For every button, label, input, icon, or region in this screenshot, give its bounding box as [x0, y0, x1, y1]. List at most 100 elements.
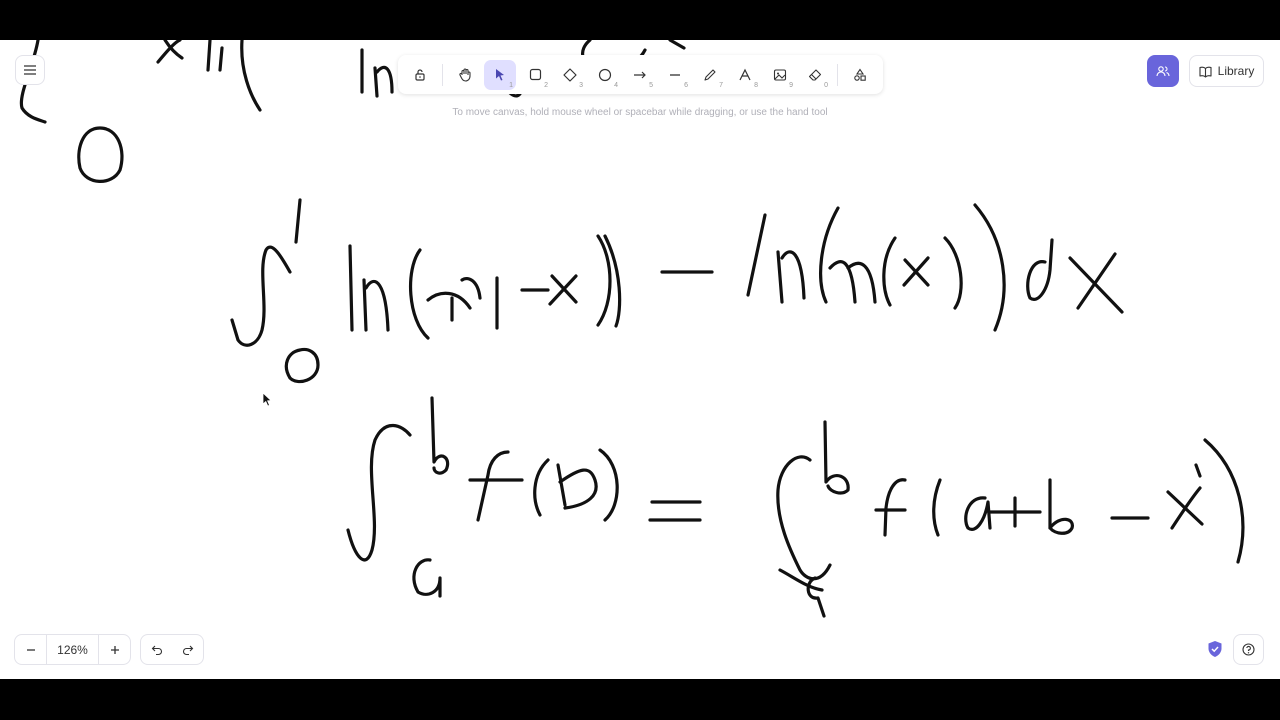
- ink-upper-limit-b2: [823, 420, 850, 495]
- zoom-in-button[interactable]: [99, 635, 130, 664]
- redo-icon: [182, 645, 193, 655]
- ink-ln-2: [426, 277, 482, 322]
- shape-toolbar: 1 2 3 4 5 6 7 8 9 0: [398, 55, 883, 94]
- ink-equals: [648, 500, 702, 522]
- ink-top-zero: [77, 126, 124, 183]
- ink-paren-close-5: [1203, 438, 1245, 564]
- tool-ellipse[interactable]: 4: [589, 60, 621, 90]
- ink-integral-1: [230, 245, 292, 347]
- undo-button[interactable]: [141, 635, 172, 664]
- tool-line[interactable]: 6: [659, 60, 691, 90]
- tool-key: 5: [649, 81, 653, 89]
- users-icon: [1156, 66, 1170, 77]
- freehand-canvas: [19, 40, 1245, 618]
- shield-check-icon: [1208, 641, 1222, 657]
- rectangle-icon: [529, 68, 541, 81]
- ink-paren-close-3: [973, 203, 1006, 332]
- ink-x-2: [1068, 252, 1124, 314]
- ellipse-icon: [598, 68, 612, 81]
- ink-top-paren: [240, 40, 262, 112]
- ink-d: [1026, 238, 1054, 301]
- ink-top-n: [206, 40, 224, 72]
- tool-key: 2: [544, 81, 548, 89]
- image-icon: [773, 68, 787, 81]
- ink-lower-limit-a: [412, 558, 442, 598]
- tool-lock[interactable]: [404, 60, 436, 90]
- ink-upper-limit-1: [294, 198, 302, 244]
- tool-selection[interactable]: 1: [484, 59, 516, 90]
- text-icon: [739, 68, 751, 80]
- ink-f-2: [874, 478, 907, 537]
- help-button[interactable]: [1233, 634, 1264, 665]
- tool-extra-tools[interactable]: [844, 60, 876, 90]
- tool-image[interactable]: 9: [764, 60, 796, 90]
- ink-upper-limit-b: [430, 396, 450, 475]
- redo-button[interactable]: [172, 635, 203, 664]
- tool-hand[interactable]: [449, 60, 481, 90]
- tool-diamond[interactable]: 3: [554, 60, 586, 90]
- plus-icon: [110, 645, 119, 654]
- tool-eraser[interactable]: 0: [799, 60, 831, 90]
- help-icon: [1242, 643, 1255, 656]
- tool-text[interactable]: 8: [729, 60, 761, 90]
- toolbar-divider: [837, 63, 838, 86]
- encryption-status[interactable]: [1204, 638, 1226, 660]
- undo-icon: [151, 645, 162, 655]
- shapes-icon: [854, 68, 866, 81]
- history-controls: [140, 634, 204, 665]
- eraser-icon: [808, 68, 822, 81]
- ink-paren-close-2: [943, 236, 963, 310]
- ink-top-x: [156, 40, 184, 64]
- hamburger-icon: [24, 65, 36, 75]
- main-menu-button[interactable]: [15, 55, 45, 85]
- zoom-controls: 126%: [14, 634, 131, 665]
- ink-integral-3: [776, 455, 832, 581]
- arrow-right-icon: [634, 71, 646, 78]
- zoom-out-button[interactable]: [15, 635, 46, 664]
- diamond-icon: [563, 67, 577, 82]
- book-icon: [1199, 66, 1212, 78]
- tool-key: 4: [614, 81, 618, 89]
- tool-rectangle[interactable]: 2: [519, 60, 551, 90]
- pencil-icon: [704, 68, 716, 81]
- canvas-area[interactable]: 1 2 3 4 5 6 7 8 9 0 To move canvas, hold…: [0, 40, 1280, 679]
- ink-paren-close-4: [598, 448, 619, 522]
- ink-paren-open-2: [819, 206, 840, 304]
- ink-ln-1: [348, 244, 390, 332]
- collaborate-button[interactable]: [1147, 55, 1179, 87]
- ink-ln-3: [746, 213, 806, 304]
- canvas-hint: To move canvas, hold mouse wheel or spac…: [452, 107, 828, 118]
- line-icon: [670, 73, 680, 76]
- tool-key: 7: [719, 81, 723, 89]
- hand-icon: [458, 68, 471, 82]
- ink-one-minus-x: [495, 274, 578, 330]
- tool-arrow[interactable]: 5: [624, 60, 656, 90]
- lock-open-icon: [415, 68, 425, 81]
- ink-f-1: [468, 450, 524, 522]
- tool-key: 0: [824, 81, 828, 89]
- pointer-icon: [495, 69, 504, 81]
- ink-paren-open-3: [882, 236, 897, 307]
- ink-a-plus-b: [964, 478, 1074, 535]
- ink-paren-close-1: [596, 234, 622, 328]
- ink-paren-open-4: [533, 458, 550, 517]
- ink-x-3: [556, 463, 598, 510]
- ink-integral-2: [346, 423, 412, 562]
- ink-top-ln: [360, 48, 394, 98]
- ink-paren-open-1: [409, 248, 430, 340]
- minus-icon: [26, 648, 35, 651]
- tool-draw[interactable]: 7: [694, 60, 726, 90]
- tool-key: 8: [754, 81, 758, 89]
- ink-ln-4: [828, 260, 877, 304]
- library-button[interactable]: Library: [1189, 55, 1264, 87]
- ink-x-prime: [1166, 463, 1204, 530]
- tool-key: 9: [789, 81, 793, 89]
- toolbar-divider: [442, 63, 443, 86]
- ink-x-1: [902, 256, 930, 287]
- ink-lower-limit-0: [284, 347, 320, 384]
- tool-key: 1: [509, 81, 513, 89]
- ink-paren-open-5: [932, 478, 942, 537]
- tool-key: 3: [579, 81, 583, 89]
- zoom-level[interactable]: 126%: [46, 635, 99, 664]
- tool-key: 6: [684, 81, 688, 89]
